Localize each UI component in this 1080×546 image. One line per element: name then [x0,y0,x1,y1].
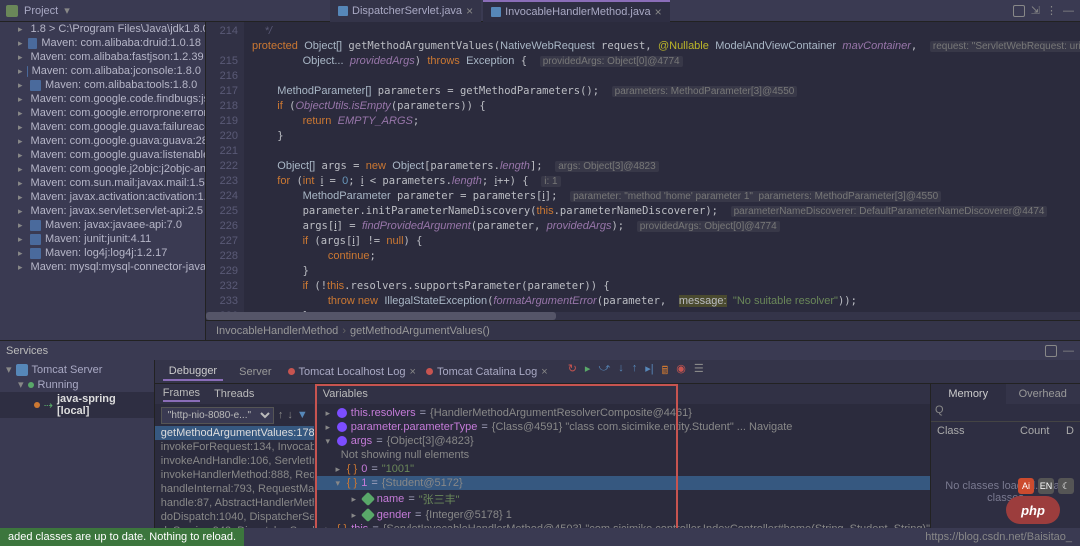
frames-tab[interactable]: Frames [163,387,200,402]
code-area[interactable]: */ protected Object[] getMethodArgumentV… [244,22,1080,312]
breadcrumb-method[interactable]: getMethodArgumentValues() [350,325,490,337]
frames-list[interactable]: getMethodArgumentValues:178, Invoca invo… [155,426,314,544]
run-to-cursor-icon[interactable]: ▸| [645,362,653,381]
debug-panel: ▾Tomcat Server ▾Running ⇢java-spring [lo… [0,360,1080,544]
debug-tabs: Debugger Server Tomcat Localhost Log× To… [155,360,1080,384]
code-editor[interactable]: 214 215 216 217 218 219 220 221 222 223 … [206,22,1080,340]
memory-panel: Memory Overhead Q ClassCountD No classes… [930,384,1080,544]
evaluate-icon[interactable]: 🖩 [662,362,669,381]
project-tree[interactable]: ▸1.8 > C:\Program Files\Java\jdk1.8.0_1.… [0,22,206,340]
close-icon[interactable]: × [655,5,662,19]
close-icon[interactable]: × [466,4,473,18]
config-icon [34,402,40,408]
status-message: aded classes are up to date. Nothing to … [0,528,244,546]
variables-tree[interactable]: ▸this.resolvers = {HandlerMethodArgument… [315,404,930,544]
php-watermark: php [1006,496,1060,524]
editor-tab-dispatcher[interactable]: DispatcherServlet.java × [330,0,481,22]
tab-overhead[interactable]: Overhead [1006,384,1080,404]
variables-panel: Variables ▸this.resolvers = {HandlerMeth… [315,384,930,544]
rerun-icon[interactable]: ↻ [568,362,577,381]
badge-en[interactable]: EN [1038,478,1054,494]
filter-icon[interactable]: ▼ [297,409,308,421]
step-into-icon[interactable]: ↓ [618,362,624,381]
tab-label: DispatcherServlet.java [352,5,462,17]
next-frame-icon[interactable]: ↓ [287,409,293,421]
memory-search[interactable]: Q [931,404,1080,422]
tab-localhost-log[interactable]: Tomcat Localhost Log× [288,366,416,378]
horizontal-scrollbar[interactable] [206,312,1080,320]
source-link: https://blog.csdn.net/Baisitao_ [917,531,1080,543]
breadcrumb[interactable]: InvocableHandlerMethod › getMethodArgume… [206,320,1080,340]
java-file-icon [491,7,501,17]
step-over-icon[interactable]: ⤻ [598,362,610,381]
project-label[interactable]: Project [24,5,58,17]
run-configurations-tree[interactable]: ▾Tomcat Server ▾Running ⇢java-spring [lo… [0,360,155,544]
settings-icon[interactable]: ⋮ [1046,4,1057,17]
services-header: Services — [0,340,1080,360]
status-bar: aded classes are up to date. Nothing to … [0,528,1080,546]
running-icon [28,382,34,388]
java-file-icon [338,6,348,16]
project-icon [6,5,18,17]
badge-ai[interactable]: Ai [1018,478,1034,494]
thread-select[interactable]: "http-nio-8080-e..." [161,407,274,424]
tab-memory[interactable]: Memory [931,384,1006,404]
badge-moon[interactable]: ☾ [1058,478,1074,494]
step-out-icon[interactable]: ↑ [632,362,638,381]
title-bar: Project ▾ ⇲ ⋮ — DispatcherServlet.java ×… [0,0,1080,22]
tab-label: InvocableHandlerMethod.java [505,6,651,18]
breadcrumb-class[interactable]: InvocableHandlerMethod [216,325,338,337]
tab-debugger[interactable]: Debugger [163,363,223,381]
main-area: ▸1.8 > C:\Program Files\Java\jdk1.8.0_1.… [0,22,1080,340]
services-label[interactable]: Services [6,345,48,357]
expand-icon[interactable]: ⇲ [1031,4,1040,17]
view-breakpoints-icon[interactable]: ☰ [694,362,704,381]
editor-tab-invocable[interactable]: InvocableHandlerMethod.java × [483,0,670,22]
prev-frame-icon[interactable]: ↑ [278,409,284,421]
line-gutter: 214 215 216 217 218 219 220 221 222 223 … [206,22,244,312]
variables-label: Variables [323,388,368,400]
settings-icon[interactable] [1045,345,1057,357]
threads-tab[interactable]: Threads [214,388,254,400]
hide-icon[interactable]: — [1063,5,1074,17]
resume-icon[interactable]: ▸ [585,362,591,381]
mute-breakpoints-icon[interactable]: ◉ [676,362,686,381]
hide-icon[interactable]: — [1063,345,1074,357]
tab-catalina-log[interactable]: Tomcat Catalina Log× [426,366,548,378]
target-icon[interactable] [1013,5,1025,17]
tab-server[interactable]: Server [233,364,277,380]
frames-panel: Frames Threads "http-nio-8080-e..." ↑ ↓ … [155,384,315,544]
